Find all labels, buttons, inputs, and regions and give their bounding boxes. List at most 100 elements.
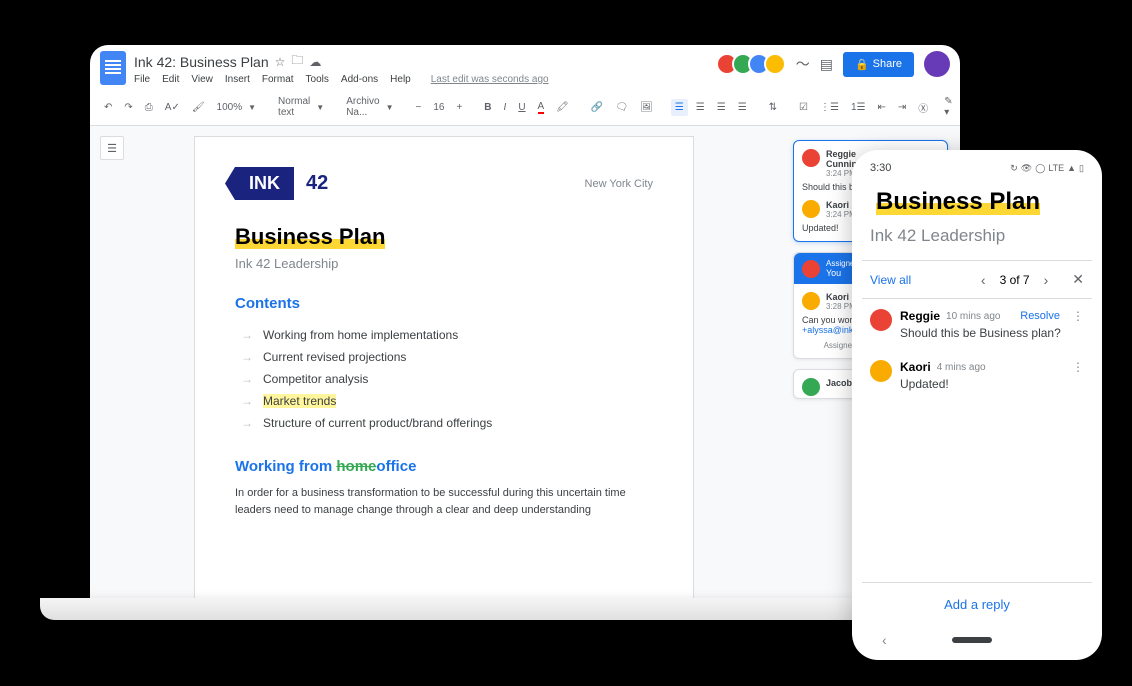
toc-list: Working from home implementations Curren…	[235, 324, 653, 434]
back-icon[interactable]: ‹	[882, 632, 887, 648]
resolve-button[interactable]: Resolve	[1020, 310, 1060, 322]
menu-format[interactable]: Format	[262, 74, 294, 85]
bold-icon[interactable]: B	[480, 99, 495, 116]
menu-view[interactable]: View	[191, 74, 213, 85]
line-spacing-icon[interactable]: ⇅	[765, 99, 781, 116]
commenter-avatar	[802, 200, 820, 218]
phone-comment[interactable]: Kaori 4 mins ago ⋮ Updated!	[862, 350, 1092, 401]
bullet-list-icon[interactable]: ⋮☰	[816, 99, 843, 116]
eye-icon: 👁	[1021, 163, 1032, 174]
phone-subtitle: Ink 42 Leadership	[870, 226, 1084, 246]
commenter-avatar	[802, 292, 820, 310]
more-icon[interactable]: ⋮	[1072, 360, 1084, 374]
image-icon[interactable]: 🖼	[636, 99, 657, 116]
doc-subtitle: Ink 42 Leadership	[235, 256, 653, 271]
underline-icon[interactable]: U	[514, 99, 529, 116]
menu-addons[interactable]: Add-ons	[341, 74, 378, 85]
italic-icon[interactable]: I	[500, 99, 511, 116]
cloud-icon[interactable]: ☁	[309, 55, 321, 69]
redo-icon[interactable]: ↷	[120, 99, 136, 116]
avatar[interactable]	[764, 53, 786, 75]
print-icon[interactable]: ⎙	[141, 99, 157, 116]
star-icon[interactable]: ☆	[275, 55, 286, 69]
add-comment-icon[interactable]: 🗨	[611, 99, 632, 116]
indent-icon[interactable]: ⇥	[894, 99, 910, 116]
company-logo: INK 42	[235, 167, 328, 200]
clear-format-icon[interactable]: Ⓧ	[914, 97, 932, 118]
close-icon[interactable]: ✕	[1072, 271, 1084, 288]
pager-label: 3 of 7	[1000, 273, 1030, 287]
toc-item[interactable]: Competitor analysis	[235, 368, 653, 390]
font-dec-icon[interactable]: −	[411, 99, 425, 116]
outdent-icon[interactable]: ⇤	[874, 99, 890, 116]
contents-heading: Contents	[235, 295, 653, 312]
phone-comment[interactable]: Reggie 10 mins ago Resolve ⋮ Should this…	[862, 299, 1092, 350]
toc-item[interactable]: Current revised projections	[235, 346, 653, 368]
number-list-icon[interactable]: 1☰	[847, 99, 870, 116]
doc-main-title: Business Plan	[235, 224, 385, 249]
phone-screen: 3:30 ↻ 👁 ◯ LTE ▲ ▯ Business Plan Ink 42 …	[852, 150, 1102, 660]
spellcheck-icon[interactable]: A✓	[161, 99, 184, 116]
link-icon[interactable]: 🔗	[587, 99, 607, 116]
font-size[interactable]: 16	[429, 100, 448, 115]
view-all-button[interactable]: View all	[870, 273, 911, 287]
laptop-screen: Ink 42: Business Plan ☆ 🗀 ☁ File Edit Vi…	[90, 45, 960, 605]
font-inc-icon[interactable]: +	[452, 99, 466, 116]
account-avatar[interactable]	[924, 51, 950, 77]
highlight-icon[interactable]: 🖍	[552, 99, 573, 116]
outline-toggle-icon[interactable]: ☰	[100, 136, 124, 160]
collaborator-avatars[interactable]	[722, 53, 786, 75]
doc-header: Ink 42: Business Plan ☆ 🗀 ☁ File Edit Vi…	[90, 45, 960, 85]
comment-time: 10 mins ago	[946, 311, 1000, 322]
font-select[interactable]: Archivo Na...▼	[342, 94, 397, 120]
phone-doc-title: Business Plan	[876, 188, 1040, 215]
comment-text: Should this be Business plan?	[900, 326, 1084, 340]
menu-help[interactable]: Help	[390, 74, 411, 85]
align-justify-icon[interactable]: ☰	[734, 99, 751, 116]
commenter-avatar	[870, 309, 892, 331]
toc-item[interactable]: Market trends	[235, 390, 653, 412]
menu-insert[interactable]: Insert	[225, 74, 250, 85]
menu-bar: File Edit View Insert Format Tools Add-o…	[134, 74, 714, 85]
comment-icon[interactable]: ▤	[820, 56, 833, 73]
toc-item[interactable]: Structure of current product/brand offer…	[235, 412, 653, 434]
menu-edit[interactable]: Edit	[162, 74, 179, 85]
toc-item[interactable]: Working from home implementations	[235, 324, 653, 346]
align-center-icon[interactable]: ☰	[692, 99, 709, 116]
text-color-icon[interactable]: A	[534, 98, 549, 117]
commenter-name: Kaori	[900, 360, 931, 374]
logo-number: 42	[306, 172, 328, 195]
menu-tools[interactable]: Tools	[306, 74, 329, 85]
phone-comments-header: View all ‹ 3 of 7 › ✕	[862, 260, 1092, 299]
next-icon[interactable]: ›	[1044, 272, 1049, 288]
align-right-icon[interactable]: ☰	[713, 99, 730, 116]
assignee-avatar	[802, 260, 820, 278]
logo-text: INK	[235, 167, 294, 200]
document-page[interactable]: INK 42 New York City Business Plan Ink 4…	[194, 136, 694, 605]
body-text: In order for a business transformation t…	[235, 485, 653, 518]
more-icon[interactable]: ⋮	[1072, 309, 1084, 323]
last-edit-info[interactable]: Last edit was seconds ago	[431, 74, 549, 85]
battery-icon: ▯	[1079, 163, 1084, 174]
share-button[interactable]: 🔒 Share	[843, 52, 914, 77]
prev-icon[interactable]: ‹	[981, 272, 986, 288]
editing-mode-icon[interactable]: ✎ ▾	[940, 93, 956, 121]
home-handle[interactable]	[952, 637, 992, 643]
circle-icon: ◯	[1035, 163, 1045, 174]
paint-format-icon[interactable]: 🖌	[188, 99, 209, 116]
comment-time: 4 mins ago	[937, 362, 986, 373]
align-left-icon[interactable]: ☰	[671, 99, 688, 116]
checklist-icon[interactable]: ☑	[795, 99, 812, 116]
add-reply-button[interactable]: Add a reply	[862, 582, 1092, 626]
zoom-select[interactable]: 100%▼	[213, 100, 261, 115]
undo-icon[interactable]: ↶	[100, 99, 116, 116]
doc-title[interactable]: Ink 42: Business Plan	[134, 54, 269, 70]
status-time: 3:30	[870, 162, 891, 174]
signal-icon: ▲	[1067, 163, 1076, 173]
menu-file[interactable]: File	[134, 74, 150, 85]
docs-logo-icon[interactable]	[100, 51, 126, 85]
style-select[interactable]: Normal text▼	[274, 94, 328, 120]
move-icon[interactable]: 🗀	[291, 51, 303, 72]
activity-icon[interactable]: 〜	[796, 54, 810, 74]
commenter-avatar	[870, 360, 892, 382]
